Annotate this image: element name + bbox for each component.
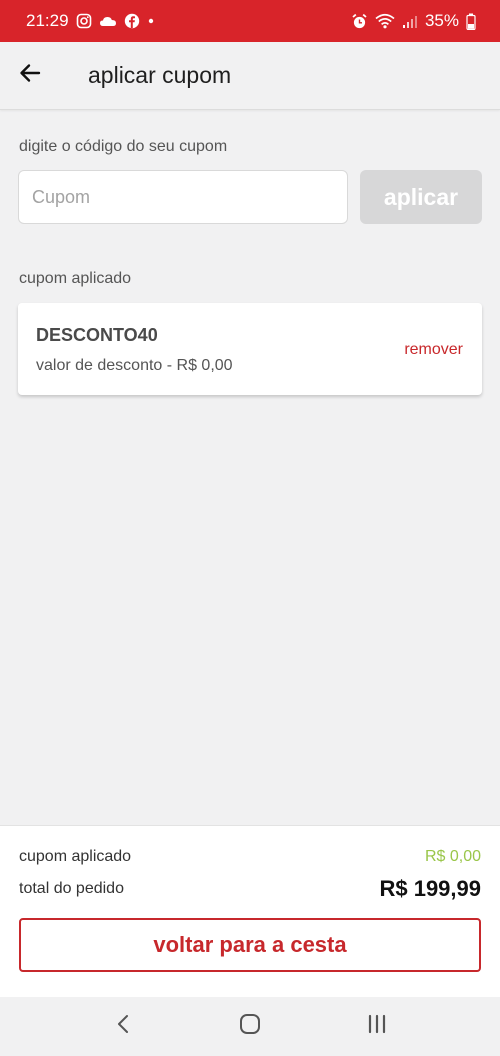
total-label: total do pedido — [19, 880, 124, 897]
discount-label: cupom aplicado — [19, 848, 132, 865]
discount-value: R$ 0,00 — [424, 848, 481, 865]
cloud-icon — [99, 14, 117, 28]
order-summary-footer: cupom aplicado R$ 0,00 total do pedido R… — [0, 825, 500, 997]
back-nav-icon — [116, 1014, 130, 1039]
coupon-description: valor de desconto - R$ 0,00 — [36, 357, 233, 374]
coupon-entry-label: digite o código do seu cupom — [19, 138, 228, 155]
arrow-left-icon — [19, 63, 41, 88]
app-bar: aplicar cupom — [0, 42, 500, 110]
wifi-icon — [375, 13, 395, 29]
facebook-icon — [124, 13, 140, 29]
nav-recents-button[interactable] — [347, 1002, 407, 1052]
status-time: 21:29 — [26, 11, 69, 30]
back-button[interactable] — [0, 46, 60, 106]
home-nav-icon — [239, 1013, 261, 1040]
coupon-code: DESCONTO40 — [36, 325, 158, 345]
discount-row: cupom aplicado R$ 0,00 — [19, 848, 481, 866]
system-nav-bar — [0, 997, 500, 1056]
signal-icon — [402, 14, 418, 29]
applied-coupon-card: DESCONTO40 valor de desconto - R$ 0,00 r… — [18, 303, 482, 395]
battery-percent: 35% — [424, 11, 459, 30]
alarm-icon — [351, 13, 368, 30]
status-right: 35% — [351, 11, 476, 31]
nav-home-button[interactable] — [220, 1002, 280, 1052]
recents-nav-icon — [366, 1014, 388, 1039]
page-title: aplicar cupom — [88, 62, 232, 88]
applied-coupon-label: cupom aplicado — [19, 270, 132, 287]
remove-coupon-link[interactable]: remover — [404, 341, 463, 359]
notification-dot-icon — [147, 17, 155, 25]
apply-button[interactable]: aplicar — [360, 170, 482, 224]
total-value: R$ 199,99 — [379, 876, 481, 901]
nav-back-button[interactable] — [93, 1002, 153, 1052]
status-left: 21:29 — [26, 11, 155, 31]
status-bar: 21:29 35% — [0, 0, 500, 42]
battery-icon — [466, 13, 476, 30]
coupon-input[interactable] — [18, 170, 348, 224]
instagram-icon — [76, 13, 92, 29]
back-to-cart-button[interactable]: voltar para a cesta — [19, 918, 481, 972]
total-row: total do pedido R$ 199,99 — [19, 876, 481, 902]
